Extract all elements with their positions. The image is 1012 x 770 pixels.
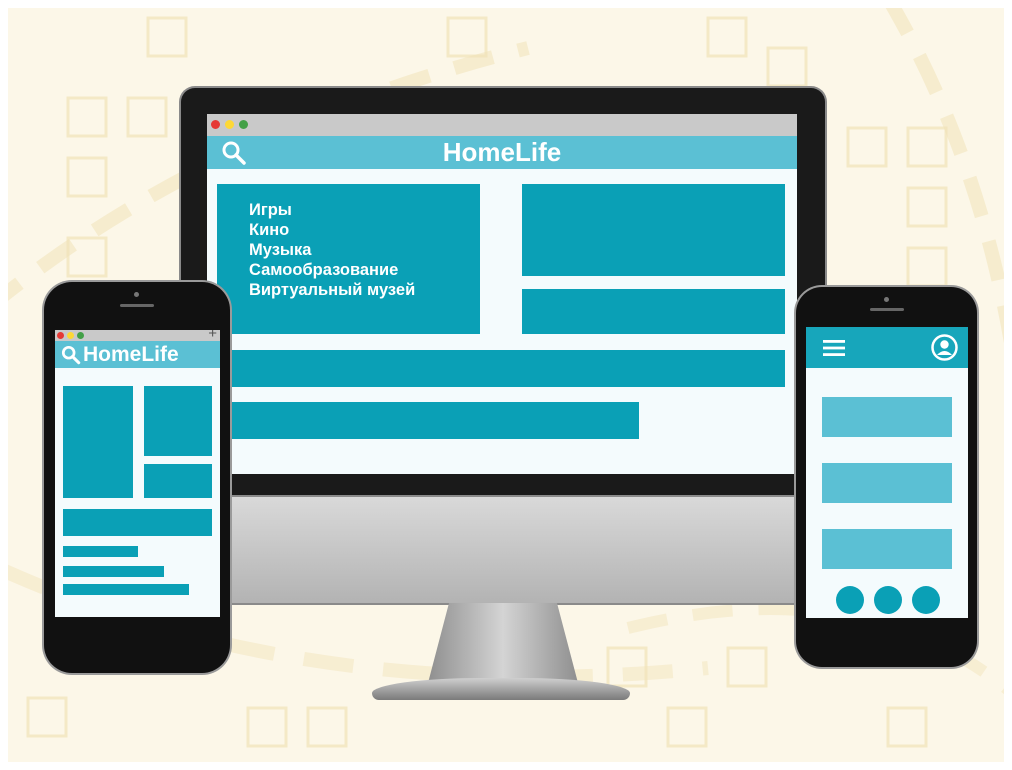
content-card (822, 463, 952, 503)
phone-left-site-header: HomeLife (55, 341, 220, 368)
monitor-stand-neck (428, 603, 578, 683)
monitor-stand-base (372, 678, 630, 700)
text-line-block (63, 566, 164, 577)
site-title: HomeLife (83, 343, 179, 366)
phone-left-screen: + HomeLife (55, 330, 220, 617)
content-block-wide (63, 509, 212, 536)
user-avatar-icon[interactable] (931, 334, 958, 361)
phone-speaker (870, 308, 904, 311)
text-line-block (63, 546, 138, 557)
phone-camera (134, 292, 139, 297)
desktop-menu-panel: Игры Кино Музыка Самообразование Виртуал… (217, 184, 480, 334)
menu-item-games[interactable]: Игры (249, 200, 415, 220)
content-block (144, 464, 212, 498)
content-block (522, 289, 785, 334)
close-dot[interactable] (211, 120, 220, 129)
monitor-chin (181, 497, 825, 603)
content-block (522, 184, 785, 276)
maximize-dot[interactable] (239, 120, 248, 129)
menu-item-music[interactable]: Музыка (249, 240, 415, 260)
phone-right-screen (806, 327, 968, 618)
minimize-dot[interactable] (67, 332, 74, 339)
browser-chrome-bar (207, 114, 797, 136)
phone-right-app-header (806, 327, 968, 368)
content-card (822, 529, 952, 569)
close-dot[interactable] (57, 332, 64, 339)
menu-item-self-education[interactable]: Самообразование (249, 260, 415, 280)
phone-camera (884, 297, 889, 302)
search-icon[interactable] (61, 345, 81, 365)
menu-item-virtual-museum[interactable]: Виртуальный музей (249, 280, 415, 300)
circle-button[interactable] (836, 586, 864, 614)
site-title: HomeLife (442, 137, 562, 167)
content-block-wide (207, 402, 639, 439)
content-card (822, 397, 952, 437)
content-block (63, 386, 133, 498)
maximize-dot[interactable] (77, 332, 84, 339)
circle-button[interactable] (874, 586, 902, 614)
minimize-dot[interactable] (225, 120, 234, 129)
menu-item-movies[interactable]: Кино (249, 220, 415, 240)
desktop-screen: HomeLife Игры Кино Музыка Самообразовани… (207, 114, 797, 474)
desktop-site-header: HomeLife (207, 136, 797, 169)
text-line-block (63, 584, 189, 595)
hamburger-menu-icon[interactable] (823, 340, 845, 356)
circle-button[interactable] (912, 586, 940, 614)
desktop-menu-list: Игры Кино Музыка Самообразование Виртуал… (249, 200, 415, 300)
content-block-wide (207, 350, 785, 387)
content-block (144, 386, 212, 456)
phone-speaker (120, 304, 154, 307)
browser-chrome-bar: + (55, 330, 220, 342)
